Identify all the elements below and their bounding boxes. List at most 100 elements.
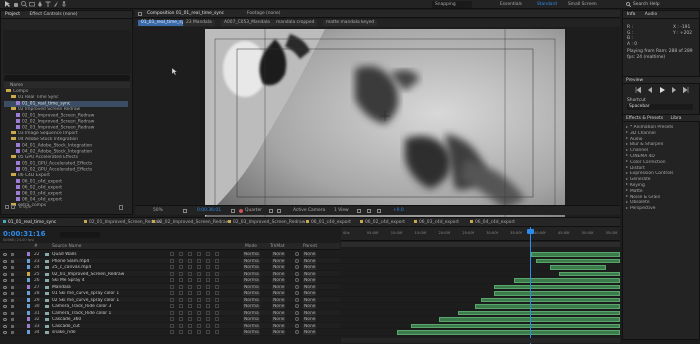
zoom-dropdown[interactable]: 50%	[153, 208, 163, 213]
layer-switch[interactable]	[170, 265, 174, 269]
layer-mode-dropdown[interactable]: Norma	[243, 323, 260, 329]
timeline-timecode[interactable]: 0:00:31:16	[3, 230, 46, 238]
project-search-input[interactable]	[4, 75, 130, 81]
pen-tool-icon[interactable]	[37, 1, 43, 7]
layer-switch[interactable]	[206, 291, 210, 295]
tab-effect-controls[interactable]: Effect Controls (none)	[29, 12, 77, 17]
parent-pickwhip-icon[interactable]	[295, 278, 299, 282]
layer-switch[interactable]	[170, 304, 174, 308]
exposure-value[interactable]: +0.0	[393, 208, 404, 213]
layer-switch[interactable]	[206, 271, 210, 276]
audio-speaker-icon[interactable]	[11, 259, 14, 263]
breadcrumb-matte-keyed[interactable]: matte mandala keyed	[323, 20, 378, 26]
layer-switch[interactable]	[206, 330, 210, 334]
parent-pickwhip-icon[interactable]	[295, 291, 299, 295]
views-dropdown[interactable]: 1 View	[334, 208, 349, 213]
label-color-swatch[interactable]	[27, 284, 30, 289]
layer-switch[interactable]	[197, 265, 201, 269]
parent-pickwhip-icon[interactable]	[295, 284, 299, 289]
transparency-grid-icon[interactable]	[277, 209, 281, 213]
label-color-swatch[interactable]	[27, 310, 30, 315]
visibility-eye-icon[interactable]	[3, 253, 7, 256]
layer-mode-dropdown[interactable]: Norma	[243, 310, 260, 316]
visibility-eye-icon[interactable]	[3, 318, 7, 321]
timeline-tab[interactable]: 02_01_Improved_Screen_Redraw	[84, 220, 161, 225]
parent-pickwhip-icon[interactable]	[295, 317, 299, 321]
layer-name[interactable]: Camera_Track_Ride color 1	[52, 311, 162, 316]
layer-switch[interactable]	[197, 330, 201, 334]
layer-trkmat-dropdown[interactable]: None	[272, 278, 286, 283]
layer-switch[interactable]	[179, 291, 183, 295]
layer-switch[interactable]	[170, 317, 174, 321]
audio-speaker-icon[interactable]	[11, 272, 14, 276]
layer-name[interactable]: Camera_Track_Ride color 3	[52, 304, 162, 309]
audio-speaker-icon[interactable]	[11, 266, 14, 269]
layer-switch[interactable]	[215, 258, 219, 263]
parent-pickwhip-icon[interactable]	[295, 258, 299, 263]
layer-trkmat-dropdown[interactable]: None	[272, 284, 286, 290]
visibility-eye-icon[interactable]	[3, 272, 7, 276]
resolution-dropdown[interactable]: Quarter	[245, 208, 262, 213]
channel-icon[interactable]	[239, 209, 243, 213]
timeline-tab[interactable]: 06_04_c4d_export	[470, 220, 515, 225]
label-color-swatch[interactable]	[27, 258, 30, 263]
layer-mode-dropdown[interactable]: Norma	[243, 258, 260, 264]
layer-switch[interactable]	[215, 323, 219, 328]
layer-parent-dropdown[interactable]: None	[303, 304, 317, 309]
layer-switch[interactable]	[215, 271, 219, 276]
snapping-dropdown[interactable]: Snapping	[432, 1, 472, 8]
timeline-tab[interactable]: 06_02_c4d_export	[360, 220, 405, 225]
shortcut-dropdown[interactable]: Spacebar	[627, 104, 693, 110]
layer-mode-dropdown[interactable]: Norma	[243, 252, 260, 257]
layer-trkmat-dropdown[interactable]: None	[272, 330, 286, 335]
audio-speaker-icon[interactable]	[11, 318, 14, 321]
layer-switch[interactable]	[188, 252, 192, 256]
label-color-swatch[interactable]	[27, 278, 30, 282]
layer-switch[interactable]	[188, 323, 192, 328]
layer-switch[interactable]	[215, 297, 219, 302]
label-color-swatch[interactable]	[27, 252, 30, 256]
parent-pickwhip-icon[interactable]	[295, 271, 299, 276]
layer-trkmat-dropdown[interactable]: None	[272, 291, 286, 296]
layer-mode-dropdown[interactable]: Norma	[243, 284, 260, 290]
parent-pickwhip-icon[interactable]	[295, 252, 299, 256]
timeline-tab[interactable]: 06_01_c4d_export	[306, 220, 351, 225]
layer-switch[interactable]	[197, 304, 201, 308]
layer-bar[interactable]	[494, 291, 620, 296]
lock-icon[interactable]	[138, 12, 142, 16]
hand-tool-icon[interactable]	[13, 1, 19, 7]
playhead-line[interactable]	[530, 227, 531, 344]
source-name-header[interactable]: Source Name	[52, 244, 81, 249]
layer-parent-dropdown[interactable]: None	[303, 291, 317, 296]
layer-switch[interactable]	[206, 304, 210, 308]
layer-switch[interactable]	[206, 252, 210, 256]
audio-speaker-icon[interactable]	[11, 292, 14, 295]
layer-trkmat-dropdown[interactable]: None	[272, 271, 286, 277]
layer-switch[interactable]	[179, 323, 183, 328]
type-tool-icon[interactable]	[45, 1, 51, 7]
parent-pickwhip-icon[interactable]	[295, 265, 299, 269]
parent-pickwhip-icon[interactable]	[295, 310, 299, 315]
layer-switch[interactable]	[197, 252, 201, 256]
layer-switch[interactable]	[170, 291, 174, 295]
layer-row[interactable]: 34 snake_ride Norma None None	[0, 329, 340, 336]
layer-trkmat-dropdown[interactable]: None	[272, 297, 286, 303]
workspace-standard[interactable]: Standard	[537, 2, 557, 7]
trash-icon[interactable]	[119, 205, 123, 210]
label-color-swatch[interactable]	[27, 317, 30, 321]
timeline-tab[interactable]: 06_03_c4d_export	[414, 220, 459, 225]
tab-project[interactable]: Project	[5, 12, 20, 17]
layer-switch[interactable]	[206, 284, 210, 289]
time-ruler[interactable]: 00s 05:00f 10:00f 15:00f 20:00f 25:00f 30:00f 3…	[341, 227, 620, 241]
layer-name[interactable]: Quad Walls	[52, 252, 162, 257]
parent-pickwhip-icon[interactable]	[295, 330, 299, 334]
last-frame-icon[interactable]	[683, 87, 689, 93]
layer-mode-dropdown[interactable]: Norma	[243, 297, 260, 303]
layer-mode-dropdown[interactable]: Norma	[243, 317, 260, 322]
layer-switch[interactable]	[215, 310, 219, 315]
timeline-search-input[interactable]	[60, 232, 100, 238]
audio-speaker-icon[interactable]	[11, 279, 14, 282]
next-frame-icon[interactable]	[671, 87, 677, 93]
layer-switch[interactable]	[188, 330, 192, 334]
layer-switch[interactable]	[179, 297, 183, 302]
